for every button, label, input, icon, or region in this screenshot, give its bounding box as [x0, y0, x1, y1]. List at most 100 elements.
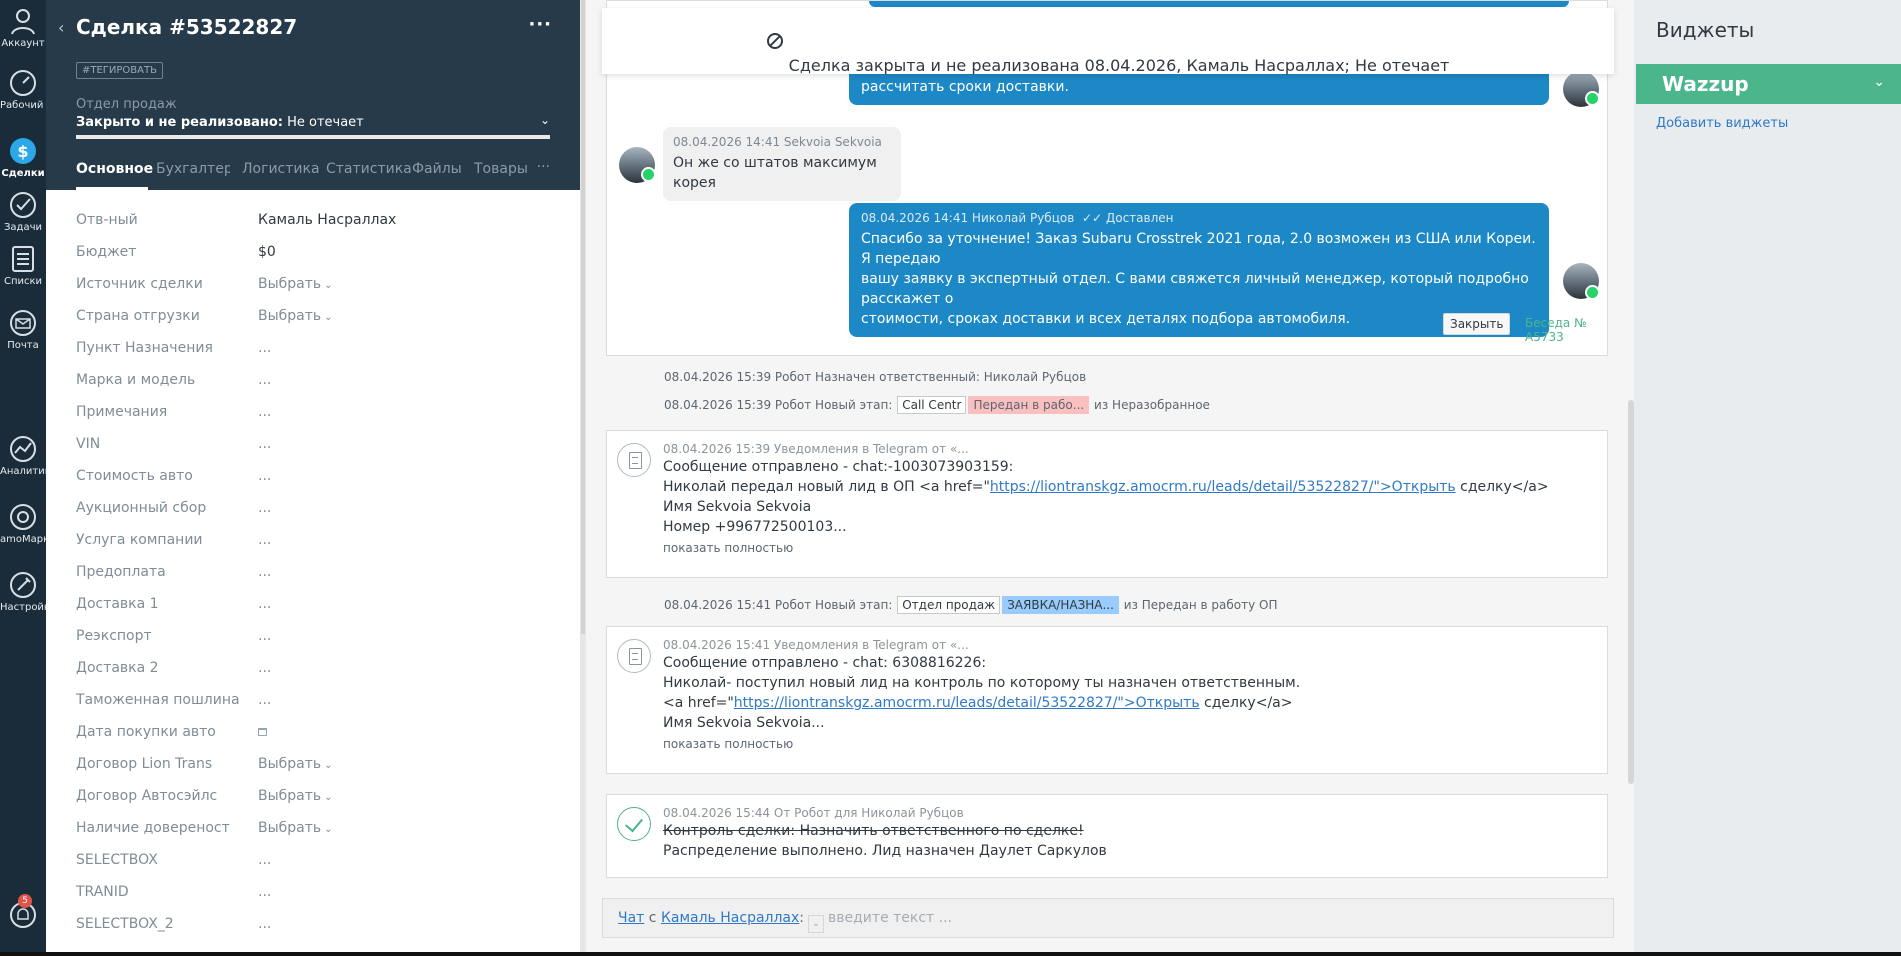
card-more-icon[interactable]: ··· — [528, 14, 552, 35]
settings-icon — [10, 572, 36, 598]
show-more-link[interactable]: показать полностью — [663, 737, 1593, 751]
field-select-country[interactable]: Выбрать ⌄ — [258, 308, 333, 324]
lead-link[interactable]: https://liontranskgz.amocrm.ru/leads/det… — [990, 479, 1456, 495]
whatsapp-icon — [641, 167, 656, 182]
field-value[interactable]: ... — [258, 564, 271, 580]
stage-status-pill: ЗАЯВКА/НАЗНА... — [1002, 596, 1119, 614]
field-value[interactable]: ... — [258, 596, 271, 612]
task-result: Распределение выполнено. Лид назначен Да… — [663, 843, 1107, 859]
nav-market[interactable]: amoМаркет — [0, 496, 46, 556]
field-value[interactable]: ... — [258, 404, 271, 420]
nav-analytics[interactable]: Аналитика — [0, 428, 46, 488]
field-label: Предоплата — [76, 564, 166, 580]
stage-pipeline-pill: Call Centr — [897, 396, 967, 414]
chevron-down-icon: ⌄ — [324, 824, 333, 835]
market-icon — [10, 504, 36, 530]
field-value[interactable]: ... — [258, 628, 271, 644]
field-value[interactable]: ... — [258, 340, 271, 356]
field-select-source[interactable]: Выбрать ⌄ — [258, 276, 333, 292]
field-label: Договор Lion Trans — [76, 756, 213, 772]
tabs-more-icon[interactable]: ··· — [537, 159, 550, 175]
field-select[interactable]: Выбрать ⌄ — [258, 756, 333, 772]
status-select[interactable]: Закрыто и не реализовано: Не отечает — [76, 115, 364, 130]
date-picker[interactable] — [258, 724, 267, 740]
nav-account[interactable]: Аккаунт — [0, 0, 46, 60]
field-value[interactable]: ... — [258, 884, 271, 900]
card-tabs: Основное Бухгалтерия Логистика Статистик… — [46, 148, 580, 190]
field-value[interactable]: ... — [258, 852, 271, 868]
nav-leads[interactable]: $ Сделки — [0, 130, 46, 190]
field-label: Услуга компании — [76, 532, 203, 548]
show-more-link[interactable]: показать полностью — [663, 541, 1593, 555]
field-value[interactable]: ... — [258, 916, 271, 932]
field-value[interactable]: ... — [258, 436, 271, 452]
message-input[interactable]: введите текст ... — [828, 910, 952, 926]
tasks-icon — [10, 192, 36, 218]
tab-products[interactable]: Товары — [474, 161, 528, 177]
note-text: Николай передал новый лид в ОП <a href=" — [663, 479, 990, 495]
chevron-down-icon: ⌄ — [324, 312, 333, 323]
tab-logistics[interactable]: Логистика — [242, 161, 320, 177]
chevron-down-icon: ⌄ — [324, 760, 333, 771]
field-value[interactable]: ... — [258, 660, 271, 676]
close-conversation-button[interactable]: Закрыть — [1443, 313, 1511, 335]
field-value-budget[interactable]: $0 — [258, 244, 276, 260]
field-label: Источник сделки — [76, 276, 203, 292]
system-note: 08.04.2026 15:39 Робот Назначен ответств… — [664, 370, 1087, 384]
stage-note-prefix: 08.04.2026 15:41 Робот Новый этап: — [664, 598, 893, 612]
nav-settings[interactable]: Настройки — [0, 564, 46, 624]
field-label: Дата покупки авто — [76, 724, 216, 740]
tab-files[interactable]: Файлы — [412, 161, 462, 177]
composer-line: Чат с Камаль Насраллах: ⌄ введите текст ..… — [618, 910, 952, 933]
chevron-down-icon: ⌄ — [1873, 74, 1885, 90]
field-label: Марка и модель — [76, 372, 196, 388]
note-text: <a href=" — [663, 695, 734, 711]
stage-note-suffix: из Неразобранное — [1094, 398, 1210, 412]
note-body: 08.04.2026 15:39 Уведомления в Telegram … — [663, 441, 1593, 555]
add-widgets-link[interactable]: Добавить виджеты — [1656, 116, 1788, 131]
chevron-down-icon: ⌄ — [324, 280, 333, 291]
field-label: Пункт Назначения — [76, 340, 213, 356]
field-value[interactable]: ... — [258, 692, 271, 708]
note-line: Номер +996772500103... — [663, 519, 847, 535]
chat-composer[interactable]: Чат с Камаль Насраллах: ⌄ введите текст ..… — [602, 898, 1614, 938]
tag-button[interactable]: #ТЕГИРОВАТЬ — [76, 62, 163, 79]
nav-notifications[interactable]: 5 — [0, 894, 46, 954]
tab-main[interactable]: Основное — [76, 161, 153, 177]
status-chevron-down-icon[interactable]: ⌄ — [540, 113, 550, 127]
field-value-responsible[interactable]: Камаль Насраллах — [258, 212, 396, 228]
tab-accounting[interactable]: Бухгалтерия — [156, 161, 230, 177]
field-row: Предоплата... — [76, 560, 550, 592]
chevron-down-icon[interactable]: ⌄ — [808, 915, 825, 933]
tab-statistics[interactable]: Статистика — [326, 161, 412, 177]
chat-type-link[interactable]: Чат — [618, 910, 644, 926]
back-chevron-icon[interactable]: ‹ — [58, 18, 64, 37]
completed-task: 08.04.2026 15:44 От Робот для Николай Ру… — [606, 794, 1608, 878]
card-scrollbar-thumb[interactable] — [581, 0, 585, 634]
field-select[interactable]: Выбрать ⌄ — [258, 820, 333, 836]
field-select[interactable]: Выбрать ⌄ — [258, 788, 333, 804]
message-bubble-fragment — [869, 1, 1569, 7]
pipeline-progress-bar — [76, 135, 550, 139]
activity-feed: рассчитать сроки доставки. 08.04.2026 14… — [586, 0, 1634, 956]
task-body: 08.04.2026 15:44 От Робот для Николай Ру… — [663, 805, 1593, 861]
nav-dashboard[interactable]: Рабочий стол — [0, 62, 46, 122]
nav-leads-label: Сделки — [1, 168, 45, 179]
field-value[interactable]: ... — [258, 500, 271, 516]
nav-tasks[interactable]: Задачи — [0, 184, 46, 244]
wazzup-widget[interactable]: Wazzup ⌄ — [1636, 64, 1901, 104]
nav-lists[interactable]: Списки — [0, 238, 46, 298]
field-select-text: Выбрать — [258, 820, 322, 836]
lead-card: ‹ Сделка #53522827 ··· #ТЕГИРОВАТЬ Отдел… — [46, 0, 580, 956]
field-value[interactable]: ... — [258, 532, 271, 548]
conversation-link[interactable]: Беседа № A5733 — [1525, 316, 1607, 344]
contact-link[interactable]: Камаль Насраллах — [661, 910, 799, 926]
field-label: Доставка 1 — [76, 596, 159, 612]
nav-analytics-label: Аналитика — [0, 466, 46, 477]
lead-link[interactable]: https://liontranskgz.amocrm.ru/leads/det… — [734, 695, 1200, 711]
field-value[interactable]: ... — [258, 468, 271, 484]
field-value[interactable]: ... — [258, 372, 271, 388]
nav-mail[interactable]: Почта — [0, 302, 46, 362]
field-row: VIN... — [76, 432, 550, 464]
analytics-icon — [10, 436, 36, 462]
